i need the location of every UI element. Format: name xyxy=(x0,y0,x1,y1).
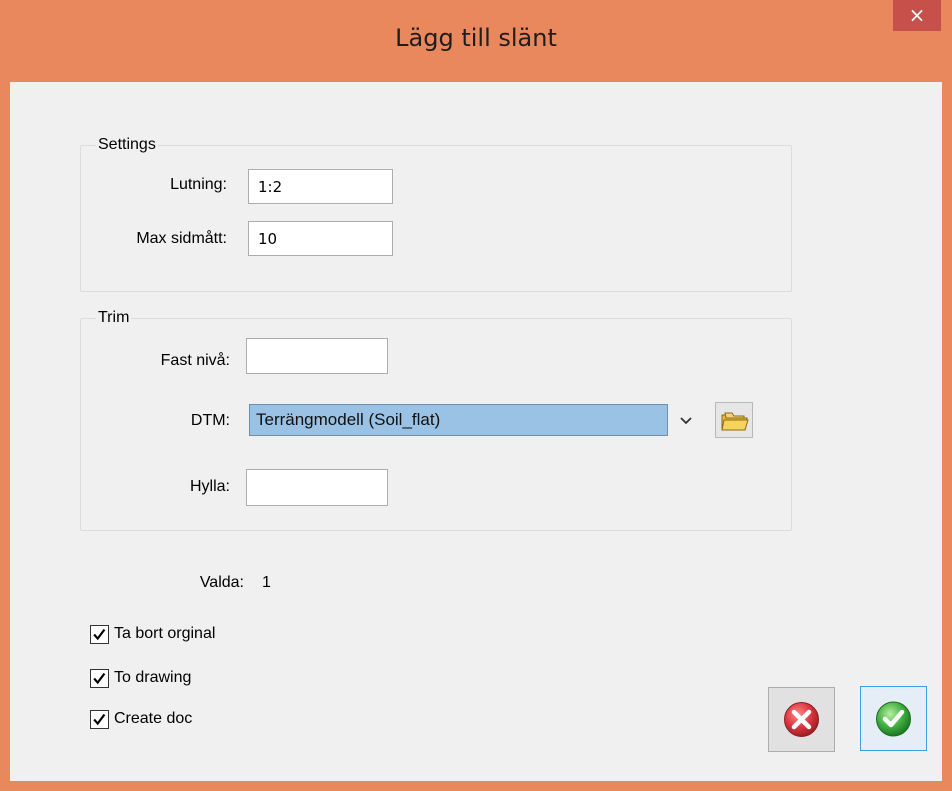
max-sidmatt-label: Max sidmått: xyxy=(136,230,227,247)
title-bar: Lägg till slänt × xyxy=(0,0,952,82)
checkmark-icon xyxy=(93,628,106,641)
settings-legend: Settings xyxy=(96,136,158,154)
checkmark-icon xyxy=(93,713,106,726)
cancel-button[interactable] xyxy=(768,687,835,752)
ta-bort-orginal-checkbox[interactable] xyxy=(90,625,109,644)
cancel-icon xyxy=(784,702,819,737)
hylla-input[interactable] xyxy=(246,469,388,506)
close-button[interactable]: × xyxy=(893,0,941,31)
valda-count: 1 xyxy=(262,574,271,591)
dtm-dropdown[interactable]: Terrängmodell (Soil_flat) xyxy=(249,404,709,436)
settings-group: Settings xyxy=(80,136,792,292)
dtm-label: DTM: xyxy=(190,412,230,429)
lutning-label: Lutning: xyxy=(170,176,227,193)
close-icon: × xyxy=(908,3,926,27)
window-title: Lägg till slänt xyxy=(395,24,557,52)
hylla-label: Hylla: xyxy=(189,478,230,495)
checkmark-icon xyxy=(93,672,106,685)
to-drawing-label: To drawing xyxy=(114,669,192,686)
valda-label: Valda: xyxy=(199,574,244,591)
ok-icon xyxy=(876,701,911,737)
lutning-input[interactable] xyxy=(248,169,393,204)
folder-icon xyxy=(721,412,749,431)
dialog-window: Lägg till slänt × Settings Lutning: Max … xyxy=(0,0,952,791)
create-doc-checkbox[interactable] xyxy=(90,710,109,729)
fast-niva-input[interactable] xyxy=(246,338,388,374)
dtm-selected-value[interactable]: Terrängmodell (Soil_flat) xyxy=(249,404,668,436)
to-drawing-checkbox[interactable] xyxy=(90,669,109,688)
fast-niva-label: Fast nivå: xyxy=(160,352,230,369)
browse-dtm-button[interactable] xyxy=(715,402,753,438)
ta-bort-orginal-label: Ta bort orginal xyxy=(114,625,216,642)
chevron-down-icon[interactable] xyxy=(676,410,696,430)
max-sidmatt-input[interactable] xyxy=(248,221,393,256)
trim-legend: Trim xyxy=(96,309,132,327)
dialog-body: Settings Lutning: Max sidmått: Trim Fast… xyxy=(10,82,942,781)
create-doc-label: Create doc xyxy=(114,710,193,727)
ok-button[interactable] xyxy=(860,686,927,751)
